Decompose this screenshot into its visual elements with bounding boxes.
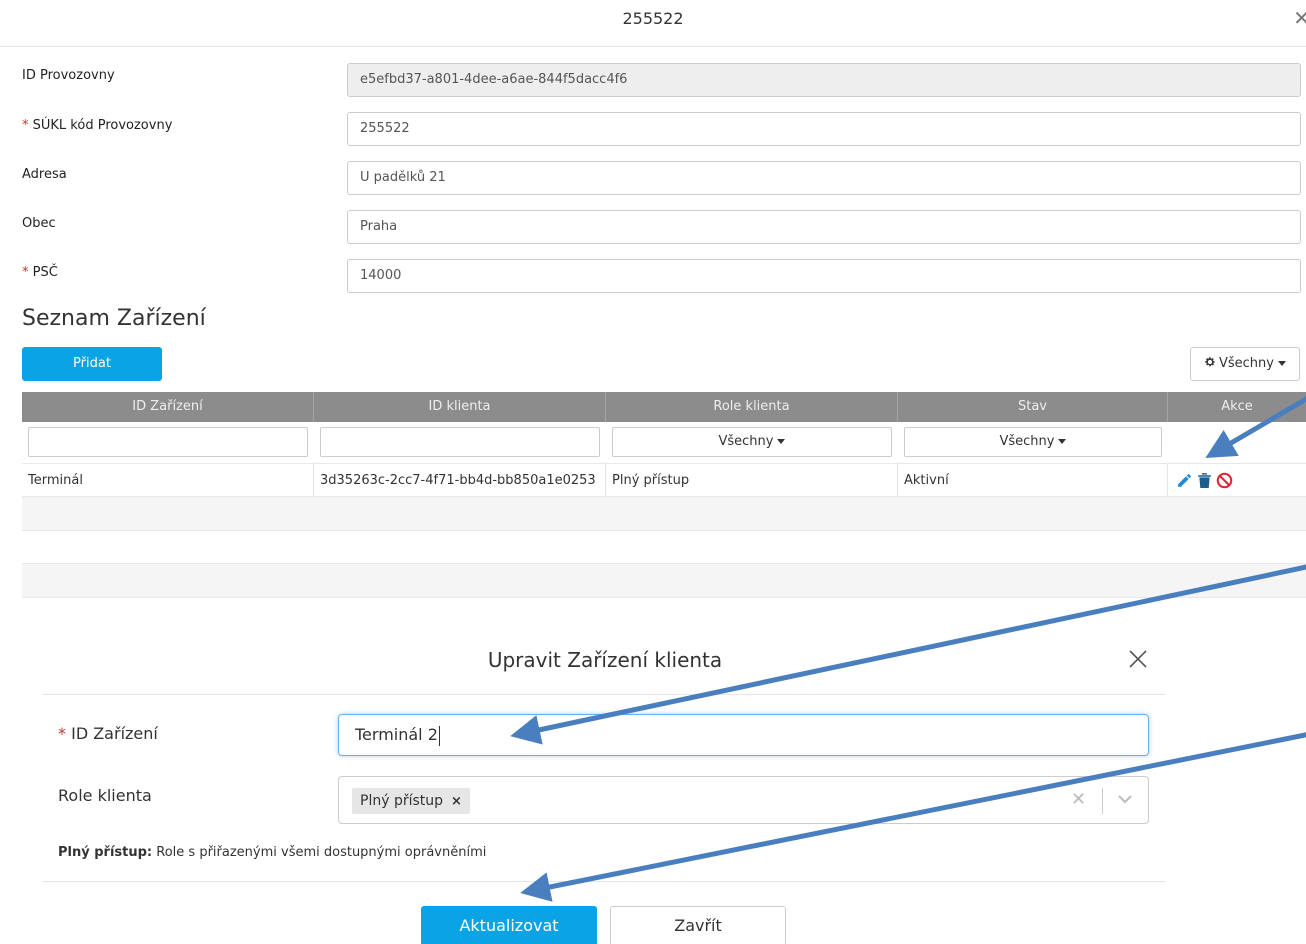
device-id-input[interactable]: Terminál 2 xyxy=(338,714,1149,756)
field-label-sukl-kod: * SÚKL kód Provozovny xyxy=(22,118,173,133)
table-row xyxy=(22,597,1306,608)
pencil-icon[interactable] xyxy=(1176,472,1193,489)
table-row xyxy=(22,563,1306,597)
caret-down-icon xyxy=(1277,361,1286,366)
add-device-button[interactable]: Přidat xyxy=(22,347,162,381)
column-header-client-id[interactable]: ID klienta xyxy=(314,392,606,422)
required-marker: * xyxy=(22,265,29,280)
dialog-divider xyxy=(43,694,1165,695)
psc-input[interactable]: 14000 xyxy=(347,259,1301,293)
filter-row: Všechny Všechny xyxy=(22,422,1306,457)
cell-role: Plný přístup xyxy=(606,464,898,497)
clear-icon[interactable]: ✕ xyxy=(1071,789,1086,810)
status-filter-value: Všechny xyxy=(999,434,1055,449)
caret-down-icon xyxy=(777,439,786,444)
obec-input[interactable]: Praha xyxy=(347,210,1301,244)
top-modal-title: 255522 xyxy=(622,9,684,28)
edit-device-dialog: Upravit Zařízení klienta * ID Zařízení T… xyxy=(0,608,1306,944)
role-description: Plný přístup: Role s přiřazenými všemi d… xyxy=(58,845,487,860)
chevron-down-icon[interactable] xyxy=(1117,791,1133,807)
adresa-input[interactable]: U padělků 21 xyxy=(347,161,1301,195)
field-label-obec: Obec xyxy=(22,216,56,231)
status-filter-select[interactable]: Všechny xyxy=(904,427,1162,457)
table-row[interactable]: Terminál 3d35263c-2cc7-4f71-bb4d-bb850a1… xyxy=(22,463,1306,497)
column-header-actions: Akce xyxy=(1221,399,1253,414)
select-separator xyxy=(1102,788,1103,814)
column-filter-button[interactable]: Všechny xyxy=(1190,347,1300,381)
id-provozovny-input[interactable]: e5efbd37-a801-4dee-a6ae-844f5dacc4f6 xyxy=(347,63,1301,97)
top-modal-close-icon[interactable]: ✕ xyxy=(1293,6,1306,30)
grid-header: ID Zařízení ID klienta Role klienta Stav… xyxy=(22,392,1306,422)
devices-section-title: Seznam Zařízení xyxy=(22,306,206,331)
top-modal-header: 255522 ✕ xyxy=(0,0,1306,47)
field-label-psc: * PSČ xyxy=(22,265,58,280)
role-filter-select[interactable]: Všechny xyxy=(612,427,892,457)
required-marker: * xyxy=(58,724,66,743)
dialog-divider xyxy=(43,881,1165,882)
ban-icon[interactable] xyxy=(1216,472,1233,489)
text-cursor xyxy=(438,725,440,746)
devices-grid: ID Zařízení ID klienta Role klienta Stav… xyxy=(22,392,1306,608)
tag-remove-icon[interactable]: × xyxy=(451,794,462,809)
row-actions xyxy=(1176,472,1233,489)
client-role-select[interactable]: Plný přístup × ✕ xyxy=(338,776,1149,824)
table-row xyxy=(22,530,1306,564)
cell-status: Aktivní xyxy=(898,464,1168,497)
client-id-filter-input[interactable] xyxy=(320,427,600,457)
dialog-title: Upravit Zařízení klienta xyxy=(487,648,723,672)
trash-icon[interactable] xyxy=(1197,472,1212,489)
cell-client-id: 3d35263c-2cc7-4f71-bb4d-bb850a1e0253 xyxy=(314,464,606,497)
cell-device-id: Terminál xyxy=(22,464,314,497)
field-label-adresa: Adresa xyxy=(22,167,67,182)
field-label-id-provozovny: ID Provozovny xyxy=(22,68,115,83)
table-row xyxy=(22,496,1306,530)
column-filter-label: Všechny xyxy=(1219,356,1274,371)
close-button[interactable]: Zavřít xyxy=(610,906,786,944)
role-tag: Plný přístup × xyxy=(352,788,470,814)
device-id-filter-input[interactable] xyxy=(28,427,308,457)
update-button[interactable]: Aktualizovat xyxy=(421,906,597,944)
sukl-kod-input[interactable]: 255522 xyxy=(347,112,1301,146)
caret-down-icon xyxy=(1058,439,1067,444)
device-id-label: * ID Zařízení xyxy=(58,724,158,743)
column-header-status[interactable]: Stav xyxy=(898,392,1168,422)
role-filter-value: Všechny xyxy=(718,434,774,449)
close-icon[interactable] xyxy=(1127,648,1149,670)
required-marker: * xyxy=(22,118,29,133)
gear-icon xyxy=(1205,357,1215,367)
column-header-device-id[interactable]: ID Zařízení xyxy=(22,392,314,422)
column-header-role[interactable]: Role klienta xyxy=(606,392,898,422)
client-role-label: Role klienta xyxy=(58,786,152,805)
